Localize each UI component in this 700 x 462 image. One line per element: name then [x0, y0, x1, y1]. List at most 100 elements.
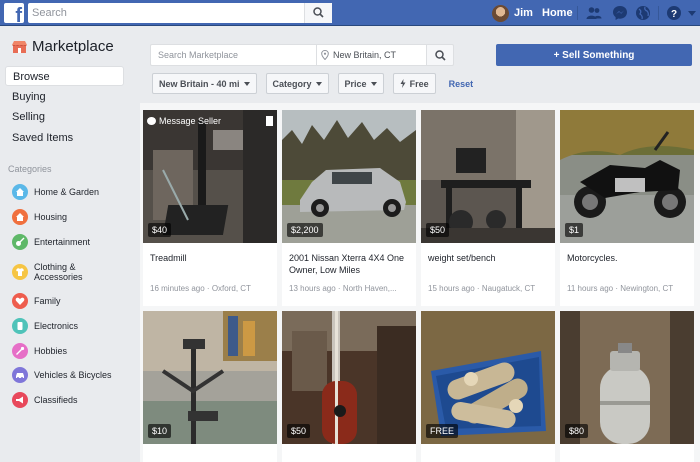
marketplace-title: Marketplace [32, 38, 114, 55]
listing-card[interactable]: $50 [282, 311, 416, 462]
listing-meta: 15 hours ago · Naugatuck, CT [428, 284, 536, 293]
home-link[interactable]: Home [542, 7, 573, 19]
global-search-input[interactable] [28, 3, 298, 23]
divider [658, 6, 659, 20]
distance-filter[interactable]: New Britain - 40 mi [152, 73, 257, 94]
listing-title: 2001 Nissan Xterra 4X4 One Owner, Low Mi… [289, 253, 405, 275]
listing-card[interactable]: $10 [143, 311, 277, 462]
category-label: Classifieds [34, 395, 78, 406]
guitar-icon [12, 233, 28, 250]
palette-icon [12, 342, 28, 359]
car-icon [12, 367, 28, 384]
category-label: Hobbies [34, 345, 68, 356]
sidebar-item-browse[interactable]: Browse [5, 66, 124, 86]
filter-bar: New Britain - 40 mi Category Price Free … [152, 73, 473, 94]
price-badge: $40 [148, 223, 172, 237]
category-electronics[interactable]: Electronics [12, 314, 134, 339]
messenger-icon[interactable] [611, 4, 629, 22]
house-icon [12, 184, 28, 201]
caret-down-icon [315, 81, 322, 86]
divider [577, 6, 578, 20]
listing-title: Motorcycles. [567, 253, 618, 263]
category-filter[interactable]: Category [265, 73, 329, 94]
listing-title: weight set/bench [428, 253, 496, 263]
global-search-button[interactable] [304, 3, 332, 23]
category-hobbies[interactable]: Hobbies [12, 338, 134, 363]
caret-down-icon [243, 81, 250, 86]
price-badge: $80 [565, 424, 589, 438]
listing-photo: $2,200 [282, 110, 416, 243]
listing-photo: $50 [421, 110, 555, 243]
marketplace-search-button[interactable] [426, 44, 454, 66]
category-family[interactable]: Family [12, 289, 134, 314]
category-label: Vehicles & Bicycles [34, 370, 112, 381]
listing-photo: $50 [282, 311, 416, 444]
avatar [492, 4, 509, 22]
profile-link[interactable]: Jim [492, 4, 533, 22]
reset-filters-link[interactable]: Reset [449, 79, 474, 89]
category-classifieds[interactable]: Classifieds [12, 388, 134, 413]
listing-meta: 16 minutes ago · Oxford, CT [150, 284, 251, 293]
global-search-box [28, 3, 332, 23]
facebook-logo-icon[interactable]: f [4, 3, 24, 26]
megaphone-icon [12, 392, 28, 409]
location-value: New Britain, CT [333, 50, 397, 60]
category-entertainment[interactable]: Entertainment [12, 229, 134, 254]
category-home-garden[interactable]: Home & Garden [12, 180, 134, 205]
price-badge: $10 [148, 424, 172, 438]
listing-card[interactable]: $2,200 2001 Nissan Xterra 4X4 One Owner,… [282, 110, 416, 306]
price-badge: FREE [426, 424, 459, 438]
listing-card[interactable]: Message Seller $40 Treadmill 16 minutes … [143, 110, 277, 306]
globe-icon[interactable] [634, 4, 652, 22]
categories-list: Home & Garden Housing Entertainment Clot… [12, 180, 134, 413]
messenger-bubble-icon [147, 117, 156, 125]
friends-icon[interactable] [585, 4, 603, 22]
category-housing[interactable]: Housing [12, 205, 134, 230]
sidebar: Marketplace Browse Buying Selling Saved … [0, 26, 134, 462]
price-badge: $1 [565, 223, 584, 237]
category-label: Housing [34, 212, 68, 223]
listing-card[interactable]: $80 [560, 311, 694, 462]
user-name: Jim [514, 7, 533, 19]
search-icon [313, 7, 324, 18]
category-vehicles-bicycles[interactable]: Vehicles & Bicycles [12, 363, 134, 388]
listing-meta: 13 hours ago · North Haven,... [289, 284, 397, 293]
marketplace-search-input[interactable] [151, 45, 311, 65]
category-label: Family [34, 296, 61, 307]
categories-heading: Categories [8, 164, 52, 174]
message-seller-label: Message Seller [159, 116, 222, 126]
sidebar-item-selling[interactable]: Selling [5, 107, 124, 127]
sidebar-item-saved-items[interactable]: Saved Items [5, 128, 124, 148]
price-filter-label: Price [344, 78, 367, 89]
price-badge: $50 [287, 424, 311, 438]
price-badge: $50 [426, 223, 450, 237]
marketplace-shop-icon [12, 40, 27, 53]
category-label: Entertainment [34, 236, 91, 247]
location-field[interactable]: New Britain, CT [316, 44, 426, 66]
category-label: Electronics [34, 321, 79, 332]
category-label: Clothing & Accessories [34, 261, 83, 282]
search-icon [435, 50, 446, 61]
listing-card[interactable]: $1 Motorcycles. 11 hours ago · Newington… [560, 110, 694, 306]
listing-title: Treadmill [150, 253, 187, 263]
bookmark-icon[interactable] [266, 116, 273, 126]
caret-down-icon[interactable] [686, 4, 698, 22]
free-filter[interactable]: Free [392, 73, 436, 94]
help-icon[interactable]: ? [665, 4, 683, 22]
sidebar-nav: Browse Buying Selling Saved Items [5, 66, 124, 148]
svg-text:?: ? [671, 9, 677, 20]
listing-photo: Message Seller $40 [143, 110, 277, 243]
house-icon [12, 209, 28, 226]
marketplace-header[interactable]: Marketplace [12, 38, 114, 55]
sidebar-item-buying[interactable]: Buying [5, 87, 124, 107]
category-clothing-accessories[interactable]: Clothing & Accessories [12, 254, 134, 289]
distance-filter-label: New Britain - 40 mi [159, 78, 240, 89]
marketplace-search-box [150, 44, 316, 66]
shirt-icon [12, 263, 28, 280]
listing-card[interactable]: FREE [421, 311, 555, 462]
category-filter-label: Category [272, 78, 312, 89]
sell-something-button[interactable]: + Sell Something [496, 44, 692, 66]
listing-card[interactable]: $50 weight set/bench 15 hours ago · Naug… [421, 110, 555, 306]
message-seller-overlay[interactable]: Message Seller [147, 114, 273, 128]
price-filter[interactable]: Price [337, 73, 384, 94]
